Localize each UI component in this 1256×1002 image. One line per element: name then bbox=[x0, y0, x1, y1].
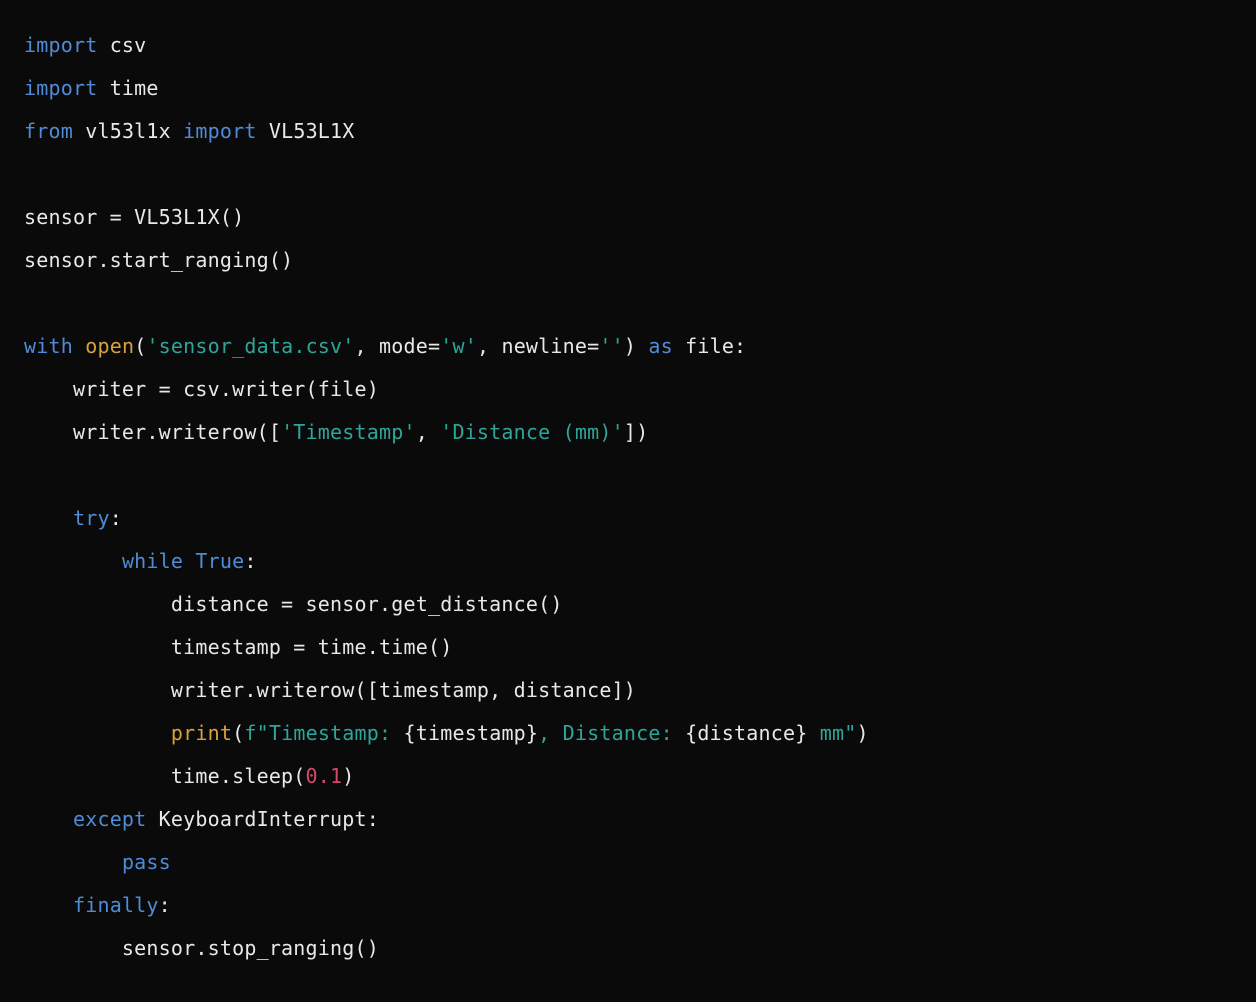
code-token: : bbox=[244, 549, 256, 573]
code-token: sensor.stop_ranging() bbox=[24, 936, 379, 960]
code-token bbox=[24, 807, 73, 831]
code-token: , Distance: bbox=[538, 721, 685, 745]
code-token bbox=[24, 506, 73, 530]
code-token: : bbox=[110, 506, 122, 530]
code-token: : bbox=[159, 893, 171, 917]
code-token: writer = csv.writer(file) bbox=[24, 377, 379, 401]
code-token: '' bbox=[599, 334, 623, 358]
code-token: ( bbox=[134, 334, 146, 358]
code-token: file: bbox=[685, 334, 746, 358]
code-token: writer.writerow([timestamp, distance]) bbox=[24, 678, 636, 702]
code-token: import bbox=[24, 76, 110, 100]
code-token: ) bbox=[342, 764, 354, 788]
code-token: {timestamp} bbox=[404, 721, 539, 745]
code-token: timestamp = time.time() bbox=[24, 635, 452, 659]
code-token: ) bbox=[856, 721, 868, 745]
code-token: 0.1 bbox=[306, 764, 343, 788]
code-token: writer.writerow([ bbox=[24, 420, 281, 444]
code-token: time.sleep( bbox=[24, 764, 306, 788]
code-token: with bbox=[24, 334, 85, 358]
code-token: from bbox=[24, 119, 85, 143]
code-block: import csv import time from vl53l1x impo… bbox=[0, 0, 1256, 994]
code-token: {distance} bbox=[685, 721, 807, 745]
code-token: try bbox=[73, 506, 110, 530]
code-token: 'Timestamp' bbox=[281, 420, 416, 444]
code-token: , mode= bbox=[355, 334, 441, 358]
code-token: distance = sensor.get_distance() bbox=[24, 592, 563, 616]
code-token bbox=[24, 721, 171, 745]
code-token: open bbox=[85, 334, 134, 358]
code-token bbox=[24, 850, 122, 874]
code-token: as bbox=[648, 334, 685, 358]
code-token: sensor.start_ranging() bbox=[24, 248, 293, 272]
code-token: ) bbox=[624, 334, 648, 358]
code-token: 'sensor_data.csv' bbox=[146, 334, 354, 358]
code-token: pass bbox=[122, 850, 171, 874]
code-token: mm" bbox=[808, 721, 857, 745]
code-token: VL53L1X bbox=[269, 119, 355, 143]
code-token: except bbox=[73, 807, 159, 831]
code-token: time bbox=[110, 76, 159, 100]
code-token: csv bbox=[110, 33, 147, 57]
code-token: f"Timestamp: bbox=[244, 721, 403, 745]
code-token: , bbox=[416, 420, 440, 444]
code-token: import bbox=[183, 119, 269, 143]
code-token: import bbox=[24, 33, 110, 57]
code-token: KeyboardInterrupt: bbox=[159, 807, 379, 831]
code-token: 'Distance (mm)' bbox=[440, 420, 624, 444]
code-token: True bbox=[195, 549, 244, 573]
code-token bbox=[24, 549, 122, 573]
code-token: print bbox=[171, 721, 232, 745]
code-token bbox=[24, 893, 73, 917]
code-token: sensor = VL53L1X() bbox=[24, 205, 244, 229]
code-token: vl53l1x bbox=[85, 119, 183, 143]
code-token: finally bbox=[73, 893, 159, 917]
code-token: 'w' bbox=[440, 334, 477, 358]
code-token: while bbox=[122, 549, 195, 573]
code-token: ]) bbox=[624, 420, 648, 444]
code-token: ( bbox=[232, 721, 244, 745]
code-token: , newline= bbox=[477, 334, 599, 358]
